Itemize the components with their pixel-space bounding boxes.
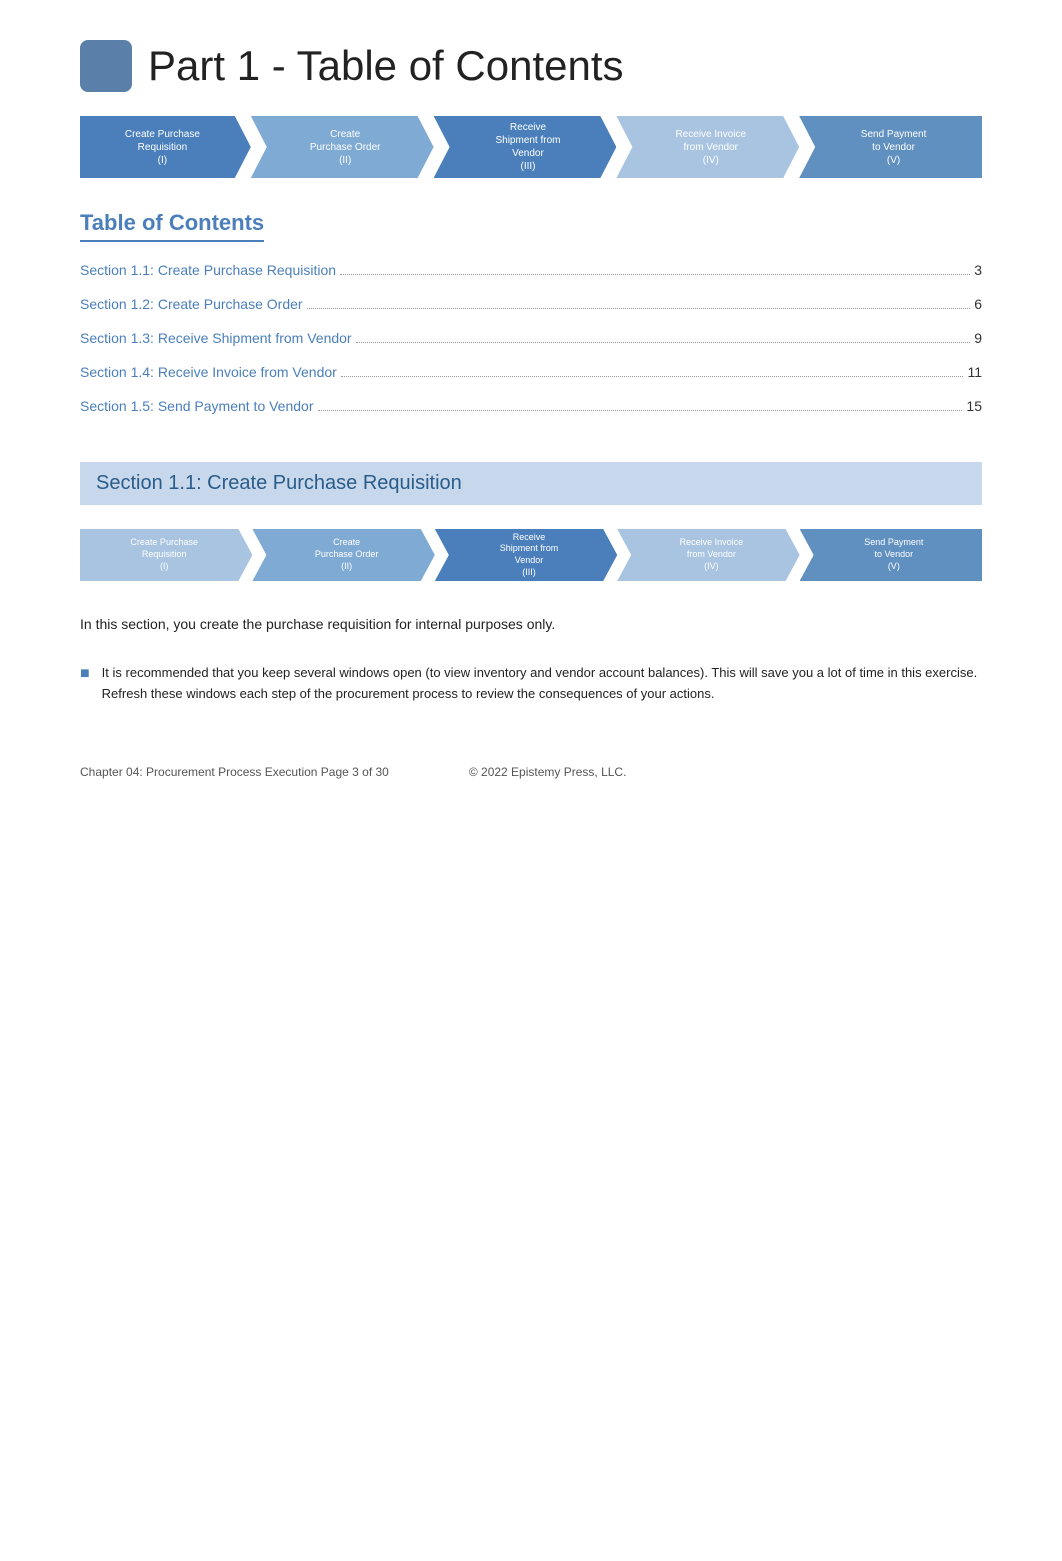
- part-title: Part 1 - Table of Contents: [148, 42, 624, 90]
- toc-dots-1: [340, 274, 970, 275]
- toc-dots-2: [307, 308, 971, 309]
- flow-step-2: CreatePurchase Order(II): [251, 116, 434, 178]
- toc-page-4: 11: [967, 364, 982, 380]
- footer-left: Chapter 04: Procurement Process Executio…: [80, 765, 389, 779]
- flow-step-sm-4: Receive Invoicefrom Vendor(IV): [617, 529, 799, 581]
- flow-step-1: Create PurchaseRequisition(I): [80, 116, 251, 178]
- toc-entry-4: Section 1.4: Receive Invoice from Vendor…: [80, 364, 982, 380]
- toc-dots-5: [318, 410, 963, 411]
- toc-label-3: Section 1.3: Receive Shipment from Vendo…: [80, 330, 352, 346]
- toc-page-1: 3: [974, 262, 982, 278]
- toc-entry-2: Section 1.2: Create Purchase Order 6: [80, 296, 982, 312]
- flow-step-5: Send Paymentto Vendor(V): [799, 116, 982, 178]
- footer-right: © 2022 Epistemy Press, LLC.: [469, 765, 627, 779]
- page-footer: Chapter 04: Procurement Process Executio…: [80, 765, 982, 779]
- toc-page-3: 9: [974, 330, 982, 346]
- part-header: Part 1 - Table of Contents: [80, 40, 982, 92]
- toc-dots-4: [341, 376, 964, 377]
- flow-step-sm-1: Create PurchaseRequisition(I): [80, 529, 252, 581]
- toc-heading: Table of Contents: [80, 210, 264, 242]
- process-flow-top: Create PurchaseRequisition(I) CreatePurc…: [80, 116, 982, 178]
- toc-label-2: Section 1.2: Create Purchase Order: [80, 296, 303, 312]
- flow-step-3: ReceiveShipment fromVendor(III): [434, 116, 617, 178]
- note-block: ■ It is recommended that you keep severa…: [80, 663, 982, 705]
- toc-page-2: 6: [974, 296, 982, 312]
- note-text: It is recommended that you keep several …: [102, 663, 982, 705]
- toc-entry-5: Section 1.5: Send Payment to Vendor 15: [80, 398, 982, 414]
- toc-label-1: Section 1.1: Create Purchase Requisition: [80, 262, 336, 278]
- section-1-1-title: Section 1.1: Create Purchase Requisition: [96, 472, 966, 495]
- flow-step-sm-2: CreatePurchase Order(II): [252, 529, 434, 581]
- toc-entry-3: Section 1.3: Receive Shipment from Vendo…: [80, 330, 982, 346]
- toc-dots-3: [356, 342, 971, 343]
- toc-section: Table of Contents Section 1.1: Create Pu…: [80, 210, 982, 414]
- toc-entry-1: Section 1.1: Create Purchase Requisition…: [80, 262, 982, 278]
- toc-page-5: 15: [966, 398, 982, 414]
- flow-step-4: Receive Invoicefrom Vendor(IV): [616, 116, 799, 178]
- part-icon: [80, 40, 132, 92]
- section-body-text: In this section, you create the purchase…: [80, 613, 982, 635]
- flow-step-sm-5: Send Paymentto Vendor(V): [800, 529, 982, 581]
- process-flow-section: Create PurchaseRequisition(I) CreatePurc…: [80, 529, 982, 581]
- flow-step-sm-3: ReceiveShipment fromVendor(III): [435, 529, 617, 581]
- toc-label-5: Section 1.5: Send Payment to Vendor: [80, 398, 314, 414]
- section-1-1-header: Section 1.1: Create Purchase Requisition: [80, 462, 982, 505]
- note-icon: ■: [80, 665, 90, 683]
- toc-label-4: Section 1.4: Receive Invoice from Vendor: [80, 364, 337, 380]
